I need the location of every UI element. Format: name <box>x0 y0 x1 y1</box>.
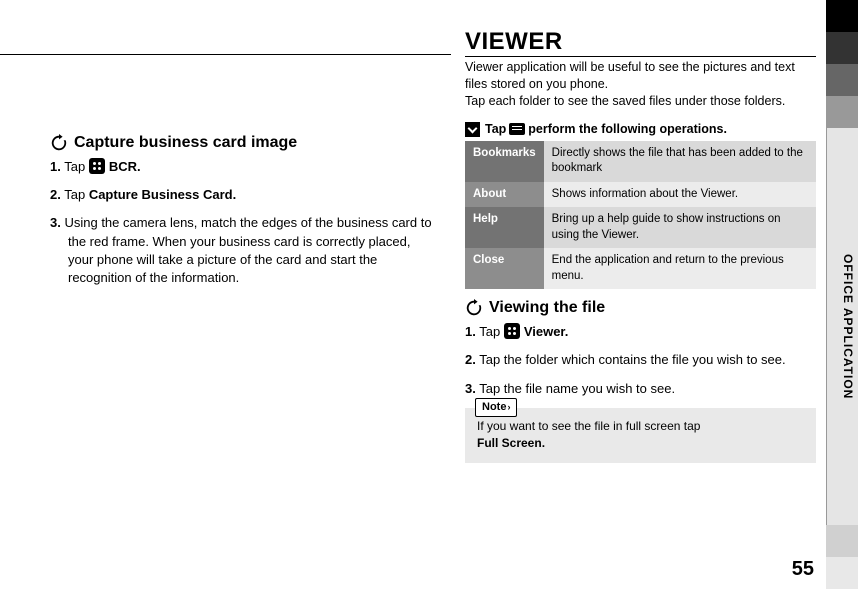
table-row: CloseEnd the application and return to t… <box>465 248 816 289</box>
table-row: BookmarksDirectly shows the file that ha… <box>465 141 816 182</box>
rotate-icon <box>50 134 68 152</box>
step-1: 1. Tap ➔ Viewer. <box>465 323 816 341</box>
step-2: 2. Tap the folder which contains the fil… <box>465 351 816 369</box>
step-1: 1. Tap ➔ BCR. <box>50 158 437 176</box>
right-column: VIEWER Viewer application will be useful… <box>451 0 858 589</box>
viewer-intro: Viewer application will be useful to see… <box>465 59 816 110</box>
heading-viewing-file: Viewing the file <box>465 299 816 317</box>
heading-capture-card: Capture business card image <box>50 134 437 152</box>
steps-list-right: 1. Tap ➔ Viewer. 2. Tap the folder which… <box>465 323 816 398</box>
note-box: Note› If you want to see the file in ful… <box>465 408 816 464</box>
page-number: 55 <box>792 558 814 581</box>
tab-segment[interactable] <box>826 64 858 96</box>
tab-segment[interactable] <box>826 32 858 64</box>
apps-icon <box>504 323 520 339</box>
section-title-viewer: VIEWER <box>465 28 816 57</box>
operations-table: BookmarksDirectly shows the file that ha… <box>465 141 816 290</box>
heading-text: Capture business card image <box>74 134 297 152</box>
step-3: 3. Using the camera lens, match the edge… <box>50 214 437 287</box>
heading-text: Viewing the file <box>489 299 605 317</box>
rotate-icon <box>465 299 483 317</box>
section-tabs: OFFICE APPLICATION <box>826 0 858 589</box>
divider-rule <box>0 54 451 55</box>
down-arrow-icon <box>465 122 480 137</box>
step-3: 3. Tap the file name you wish to see. <box>465 380 816 398</box>
table-row: AboutShows information about the Viewer. <box>465 182 816 208</box>
tab-segment[interactable] <box>826 525 858 557</box>
left-column: Capture business card image 1. Tap ➔ BCR… <box>0 0 451 589</box>
step-2: 2. Tap Capture Business Card. <box>50 186 437 204</box>
tab-segment[interactable] <box>826 96 858 128</box>
menu-icon <box>509 123 525 135</box>
tab-segment[interactable] <box>826 557 858 589</box>
table-row: HelpBring up a help guide to show instru… <box>465 207 816 248</box>
tab-segment[interactable] <box>826 0 858 32</box>
apps-icon <box>89 158 105 174</box>
chevron-right-icon: › <box>507 402 510 412</box>
operations-heading: Tap perform the following operations. <box>465 122 816 137</box>
active-tab-office-application[interactable]: OFFICE APPLICATION <box>826 128 858 525</box>
note-label: Note› <box>475 398 517 417</box>
steps-list-left: 1. Tap ➔ BCR. 2. Tap Capture Business Ca… <box>50 158 437 287</box>
